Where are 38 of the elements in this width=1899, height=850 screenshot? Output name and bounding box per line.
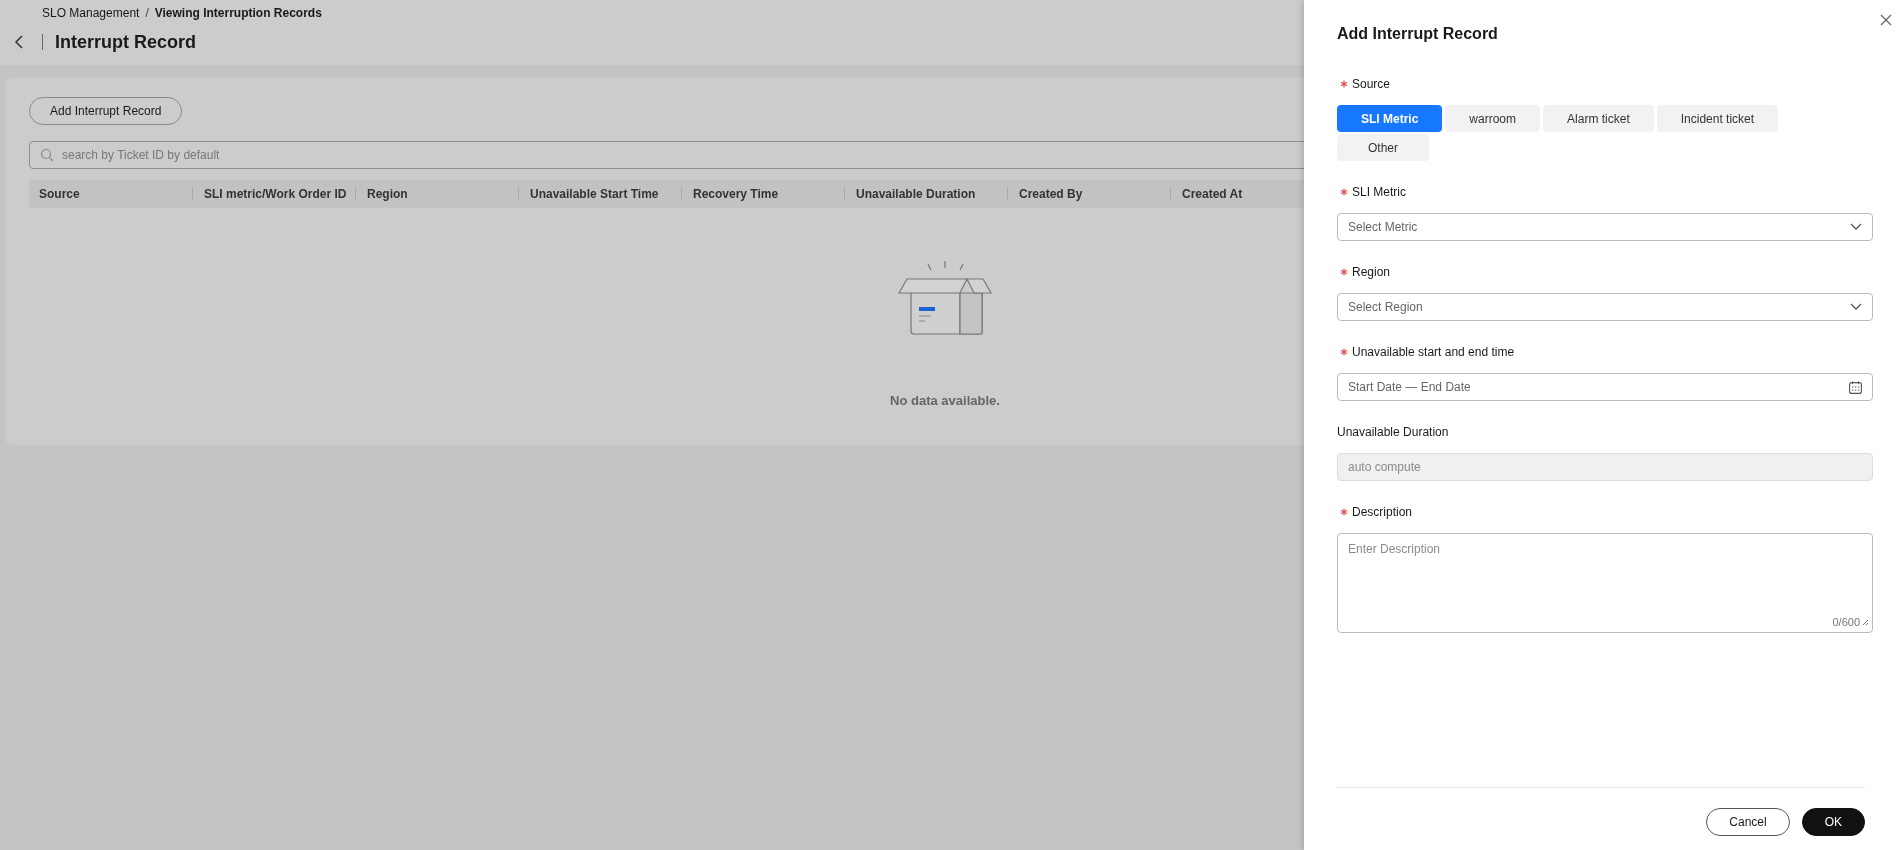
calendar-icon — [1849, 380, 1862, 394]
source-option[interactable]: Other — [1337, 134, 1429, 161]
column-header: Recovery Time — [681, 187, 844, 201]
chevron-left-icon — [14, 35, 24, 49]
chevron-down-icon — [1850, 303, 1862, 311]
column-header: Unavailable Start Time — [518, 187, 681, 201]
column-header: Unavailable Duration — [844, 187, 1007, 201]
field-label: SLI Metric — [1352, 185, 1406, 199]
cancel-button[interactable]: Cancel — [1706, 808, 1790, 836]
date-range-field[interactable]: Start Date — End Date — [1337, 373, 1873, 401]
search-icon — [40, 148, 54, 162]
source-option[interactable]: Incident ticket — [1656, 105, 1779, 132]
breadcrumb-current: Viewing Interruption Records — [154, 5, 322, 20]
field-label: Region — [1352, 265, 1391, 279]
breadcrumb-link[interactable]: SLO Management — [42, 5, 140, 20]
column-header: Created By — [1007, 187, 1170, 201]
column-header: Source — [38, 187, 81, 201]
field-label: Description — [1352, 505, 1413, 519]
column-header: SLI metric/Work Order ID — [192, 187, 355, 201]
character-counter: 0/600 — [1832, 616, 1860, 628]
field-label: Source — [1352, 77, 1391, 91]
resize-handle-icon — [1862, 618, 1869, 626]
source-option[interactable]: SLI Metric — [1337, 105, 1443, 132]
select-field[interactable]: Select Region — [1337, 293, 1873, 321]
source-option[interactable]: Alarm ticket — [1543, 105, 1654, 132]
empty-state-text: No data available. — [890, 393, 1000, 408]
source-option[interactable]: warroom — [1445, 105, 1541, 132]
breadcrumb-separator: / — [145, 5, 149, 20]
field-label: Unavailable start and end time — [1352, 345, 1515, 359]
ok-button[interactable]: OK — [1801, 808, 1865, 836]
column-header: Region — [355, 187, 518, 201]
page-title: Interrupt Record — [55, 31, 196, 53]
select-field[interactable]: Select Metric — [1337, 213, 1873, 241]
close-icon — [1880, 14, 1892, 26]
close-button[interactable] — [1880, 14, 1892, 26]
field-label: Unavailable Duration — [1337, 425, 1449, 439]
chevron-down-icon — [1850, 223, 1862, 231]
drawer-title: Add Interrupt Record — [1337, 25, 1499, 44]
